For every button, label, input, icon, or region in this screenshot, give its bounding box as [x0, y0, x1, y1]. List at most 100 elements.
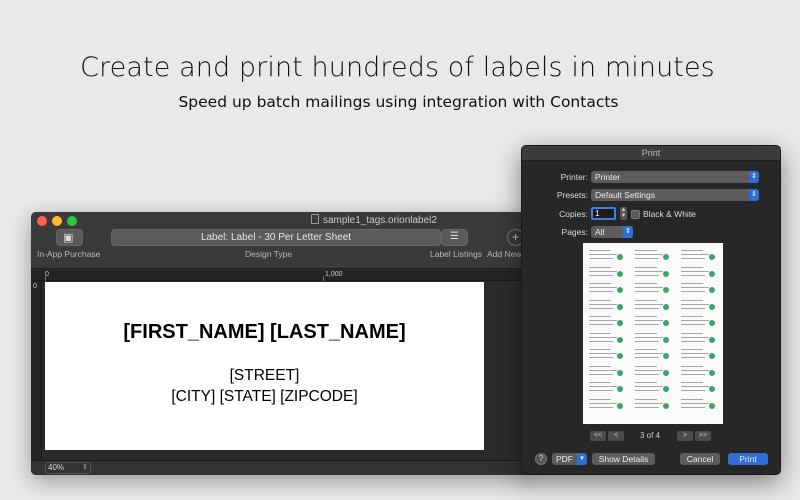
- preview-text-line: [589, 303, 617, 305]
- minimize-window-button[interactable]: [52, 216, 62, 226]
- preview-label: [679, 365, 717, 380]
- preview-label: [633, 332, 671, 347]
- preview-text-line: [635, 336, 663, 338]
- window-toolbar: sample1_tags.orionlabel2 ▣ Label: Label …: [31, 212, 531, 269]
- preview-text-line: [635, 254, 663, 255]
- ruler-mark-label: 1,000: [325, 271, 343, 278]
- preview-text-line: [635, 307, 659, 309]
- copies-input[interactable]: 1: [591, 207, 616, 220]
- preview-text-line: [589, 274, 613, 276]
- preview-text-line: [681, 398, 703, 400]
- preview-label: [679, 299, 717, 314]
- first-page-button[interactable]: <<: [590, 431, 606, 441]
- preview-text-line: [635, 382, 657, 383]
- preview-text-line: [681, 332, 703, 334]
- preview-text-line: [681, 369, 709, 371]
- contact-icon: [663, 353, 669, 359]
- preview-label: [679, 266, 717, 281]
- pdf-menu-button[interactable]: PDF ▾: [552, 453, 587, 465]
- black-white-checkbox[interactable]: [631, 210, 640, 219]
- label-canvas[interactable]: [FIRST_NAME] [LAST_NAME] [STREET] [CITY]…: [45, 282, 484, 450]
- preview-text-line: [681, 386, 709, 387]
- street-field[interactable]: [STREET]: [45, 367, 484, 385]
- preview-text-line: [635, 386, 663, 387]
- preview-label: [587, 249, 625, 264]
- preview-text-line: [681, 299, 703, 301]
- preview-text-line: [635, 353, 663, 354]
- printer-select[interactable]: Printer ⇕: [591, 171, 759, 183]
- preview-text-line: [681, 390, 705, 391]
- previous-page-button[interactable]: <: [608, 431, 624, 441]
- print-preview: [583, 243, 723, 424]
- show-details-button[interactable]: Show Details: [592, 453, 655, 465]
- contact-icon: [663, 287, 669, 293]
- preview-text-line: [635, 390, 659, 391]
- pages-select[interactable]: All ⇕: [591, 226, 633, 238]
- zoom-select[interactable]: 40% ⇕: [45, 462, 91, 474]
- zoom-window-button[interactable]: [67, 216, 77, 226]
- next-page-button[interactable]: >: [677, 431, 693, 441]
- preview-label: [587, 398, 625, 413]
- preview-text-line: [681, 382, 703, 383]
- presets-select[interactable]: Default Settings ⇕: [591, 189, 759, 201]
- contact-icon: [617, 287, 623, 293]
- preview-text-line: [589, 357, 613, 358]
- contact-icon: [617, 254, 623, 260]
- label-listings-button[interactable]: ☰: [441, 229, 468, 246]
- preview-text-line: [635, 266, 657, 268]
- contact-icon: [709, 303, 715, 310]
- cancel-button[interactable]: Cancel: [680, 453, 720, 465]
- preview-text-line: [589, 382, 611, 383]
- preview-text-line: [681, 287, 709, 288]
- contact-icon: [663, 386, 669, 392]
- preview-text-line: [589, 258, 613, 259]
- chevron-updown-icon: ⇕: [749, 171, 759, 183]
- pages-value: All: [595, 227, 605, 237]
- preview-text-line: [681, 324, 705, 325]
- last-page-button[interactable]: >>: [695, 431, 711, 441]
- preview-text-line: [589, 332, 611, 334]
- preview-text-line: [589, 406, 613, 408]
- label-editor-window: sample1_tags.orionlabel2 ▣ Label: Label …: [31, 212, 531, 475]
- printer-value: Printer: [595, 172, 621, 182]
- pdf-label: PDF: [556, 454, 573, 464]
- city-state-zip-field[interactable]: [CITY] [STATE] [ZIPCODE]: [45, 388, 484, 406]
- contact-icon: [709, 320, 715, 326]
- close-window-button[interactable]: [37, 216, 47, 226]
- status-bar: 40% ⇕: [31, 460, 531, 475]
- in-app-purchase-button[interactable]: ▣: [56, 229, 83, 246]
- contact-icon: [617, 386, 623, 392]
- document-title-text: sample1_tags.orionlabel2: [323, 215, 437, 226]
- preview-text-line: [681, 340, 705, 342]
- preview-text-line: [635, 316, 657, 317]
- black-white-label: Black & White: [643, 209, 696, 219]
- preview-text-line: [681, 402, 709, 404]
- preview-label: [679, 398, 717, 413]
- preview-text-line: [681, 336, 709, 338]
- chevron-down-icon: ▾: [577, 453, 587, 465]
- marketing-headline: Create and print hundreds of labels in m…: [80, 52, 715, 83]
- preview-text-line: [681, 406, 705, 408]
- help-button[interactable]: ?: [535, 453, 547, 465]
- preview-text-line: [589, 402, 617, 404]
- preview-text-line: [635, 340, 659, 342]
- horizontal-ruler: 0 1,000: [31, 270, 531, 281]
- preview-text-line: [681, 353, 709, 354]
- preview-label: [587, 315, 625, 330]
- contact-icon: [617, 369, 623, 376]
- preview-text-line: [681, 373, 705, 375]
- preview-text-line: [589, 291, 613, 292]
- preview-text-line: [681, 270, 709, 272]
- preview-text-line: [589, 336, 617, 338]
- preview-text-line: [681, 320, 709, 321]
- preview-text-line: [589, 390, 613, 391]
- print-button[interactable]: Print: [728, 453, 768, 465]
- name-field[interactable]: [FIRST_NAME] [LAST_NAME]: [45, 321, 484, 344]
- preview-text-line: [589, 250, 611, 251]
- contact-icon: [709, 254, 715, 260]
- preview-text-line: [681, 307, 705, 309]
- copies-stepper[interactable]: ▲ ▼: [620, 207, 627, 220]
- design-type-button[interactable]: Label: Label - 30 Per Letter Sheet: [111, 229, 441, 246]
- pages-label: Pages:: [561, 227, 588, 237]
- list-icon: ☰: [450, 231, 459, 242]
